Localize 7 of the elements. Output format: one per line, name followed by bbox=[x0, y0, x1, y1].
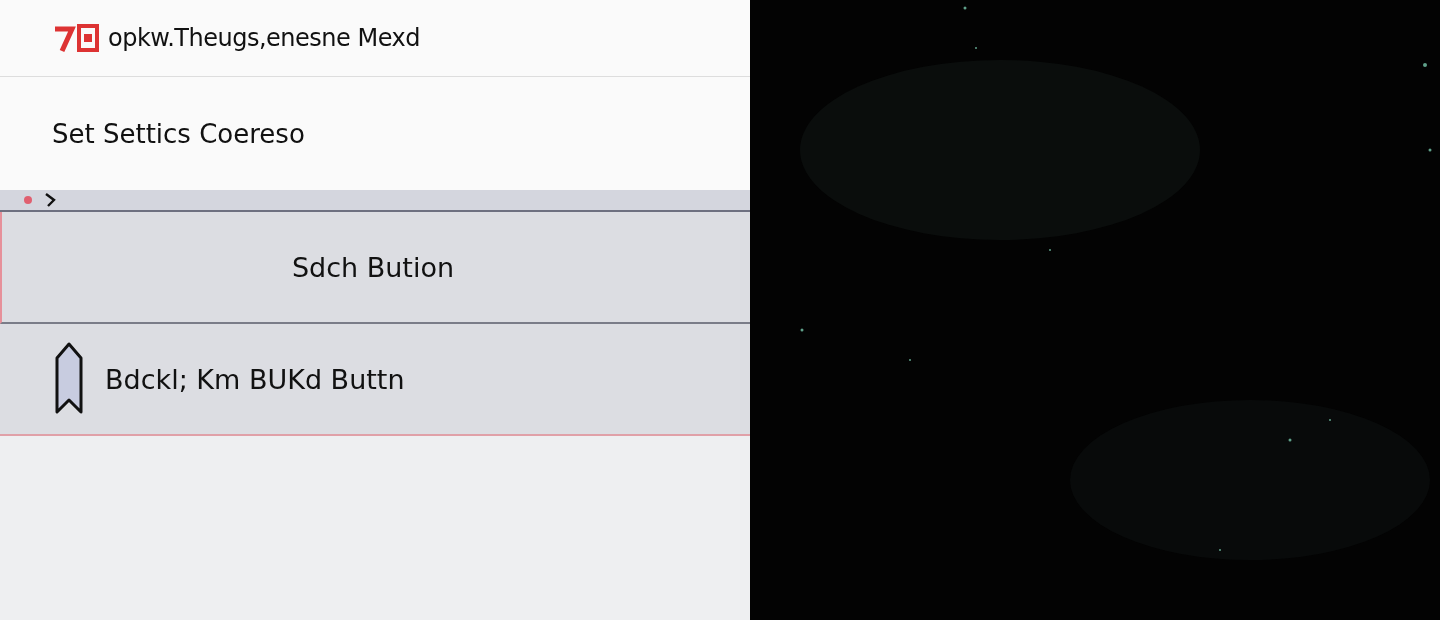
action-button[interactable]: Sdch Bution bbox=[0, 212, 750, 324]
action-button[interactable]: Bdckl; Km BUKd Buttn bbox=[0, 324, 750, 436]
header-title: opkw.Theugs,enesne Mexd bbox=[108, 24, 420, 52]
dot-icon bbox=[24, 196, 32, 204]
logo-icon bbox=[52, 21, 102, 55]
section-title: Set Settics Coereso bbox=[52, 118, 305, 149]
arrow-icon bbox=[55, 342, 83, 416]
